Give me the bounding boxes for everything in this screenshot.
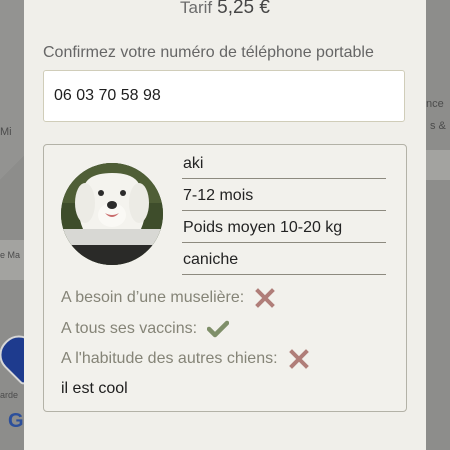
dog-weight-field[interactable]: Poids moyen 10-20 kg: [182, 211, 386, 243]
tarif-value: 5,25 €: [217, 0, 270, 18]
map-logo-icon: G: [8, 410, 24, 432]
check-icon: [207, 320, 230, 338]
phone-input[interactable]: [43, 70, 405, 122]
map-road: [426, 150, 450, 180]
dog-breed-field[interactable]: caniche: [182, 243, 386, 275]
cross-icon: [288, 349, 309, 369]
dog-age-field[interactable]: 7-12 mois: [182, 179, 386, 211]
map-label: e Ma: [0, 250, 21, 260]
dog-fields: aki 7-12 mois Poids moyen 10-20 kg canic…: [182, 147, 386, 275]
attribute-label: A tous ses vaccins:: [61, 320, 198, 337]
dog-card: aki 7-12 mois Poids moyen 10-20 kg canic…: [43, 144, 407, 412]
phone-label: Confirmez votre numéro de téléphone port…: [43, 44, 374, 61]
booking-sheet: Tarif 5,25 € Confirmez votre numéro de té…: [24, 0, 426, 450]
tarif-line: Tarif 5,25 €: [24, 0, 426, 19]
attribute-muzzle: A besoin d’une muselière:: [61, 288, 276, 308]
tarif-label: Tarif: [180, 0, 213, 17]
map-label: s &: [430, 120, 446, 132]
dog-photo: [61, 163, 163, 265]
map-label: Mi: [0, 126, 12, 138]
attribute-label: A besoin d’une muselière:: [61, 289, 245, 306]
map-label: nce: [426, 98, 444, 110]
map-road: [0, 240, 24, 280]
poodle-photo-icon: [61, 163, 163, 265]
map-label: arde: [0, 390, 19, 400]
attribute-other-dogs: A l'habitude des autres chiens:: [61, 349, 310, 369]
cross-icon: [255, 288, 276, 308]
app-screen: nce s & Mi e Ma arde G Tarif 5,25 € Confi…: [0, 0, 450, 450]
attribute-label: A l'habitude des autres chiens:: [61, 350, 278, 367]
dog-comment: il est cool: [61, 380, 128, 397]
dog-name-field[interactable]: aki: [182, 147, 386, 179]
attribute-vaccines: A tous ses vaccins:: [61, 319, 230, 339]
